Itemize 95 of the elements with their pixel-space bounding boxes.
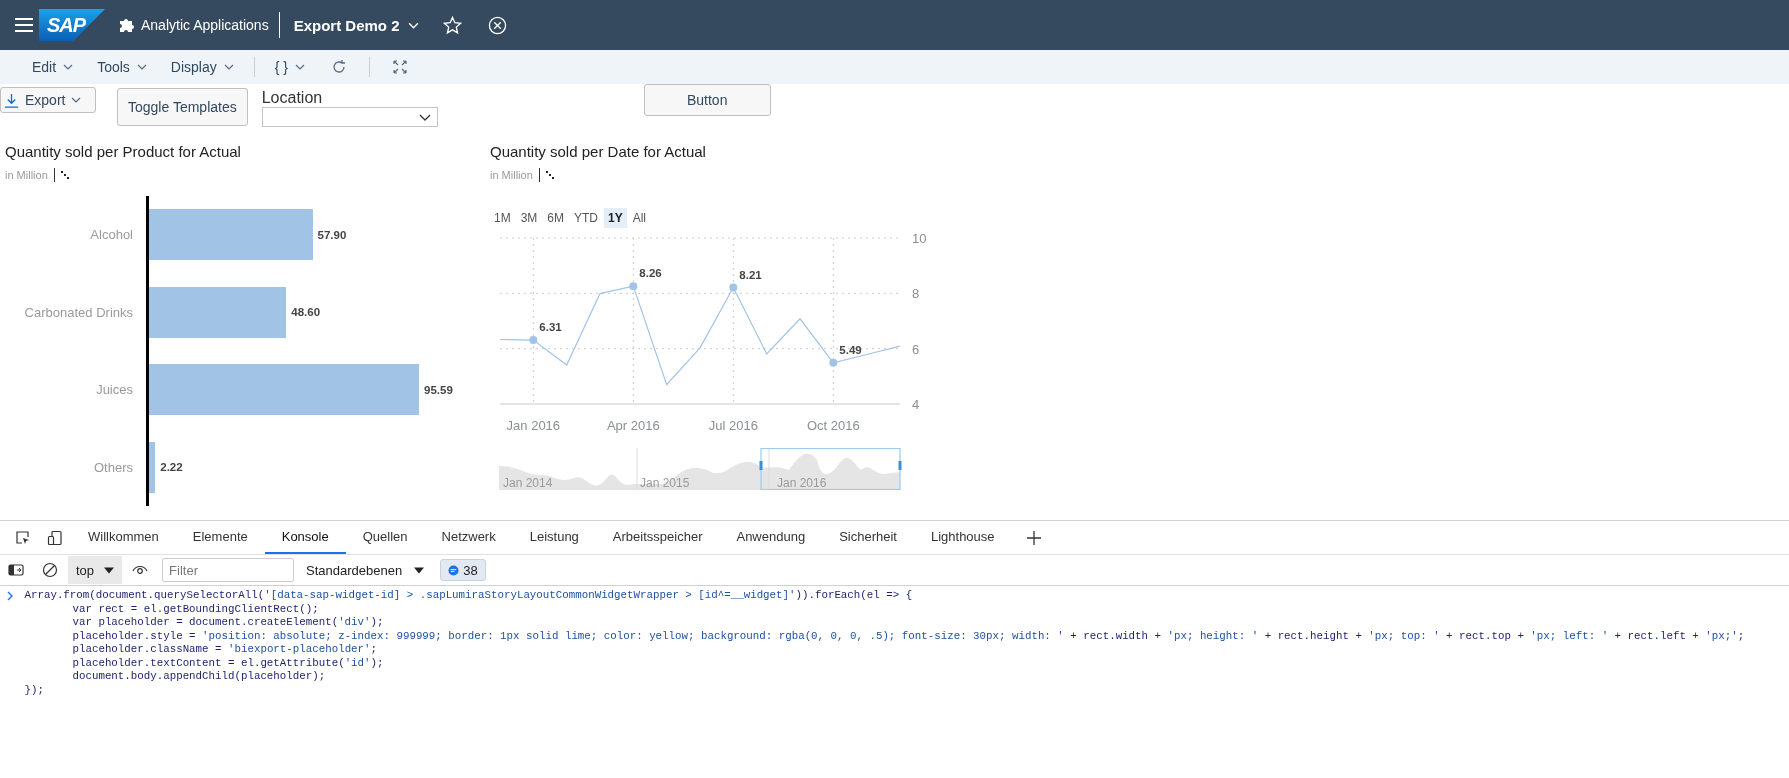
caret-icon <box>71 97 82 103</box>
y-tick-label: 8 <box>912 286 920 302</box>
value-label: 2.22 <box>160 461 183 474</box>
caret-icon <box>418 113 431 121</box>
bar <box>149 441 156 493</box>
toolbar-menu[interactable]: Display <box>158 55 246 79</box>
navigator-label: Jan 2016 <box>777 476 827 490</box>
category-label: Juices <box>95 382 133 398</box>
navigator-label: Jan 2014 <box>503 476 553 490</box>
navigator-label: Jan 2015 <box>640 476 690 490</box>
y-tick-label: 10 <box>912 231 927 246</box>
toolbar-menu[interactable]: Edit <box>20 55 86 79</box>
puzzle-icon <box>119 17 135 33</box>
value-label: 6.31 <box>539 321 562 334</box>
category-label: Carbonated Drinks <box>23 304 133 320</box>
clear-icon[interactable] <box>42 562 58 578</box>
filter-field[interactable]: Filter <box>162 558 295 582</box>
app-name: Analytic Applications <box>141 17 269 33</box>
sidebar-icon[interactable] <box>8 562 24 578</box>
x-tick-label: Jan 2016 <box>506 418 561 433</box>
range-button[interactable]: 6M <box>543 208 568 228</box>
message-count-badge[interactable]: 38 <box>440 559 486 581</box>
caret-icon <box>63 64 74 70</box>
logo[interactable]: SAP <box>39 9 105 41</box>
chart-title: Quantity sold per Product for Actual <box>5 143 242 160</box>
document-title-menu[interactable]: Export Demo 2 <box>293 16 419 34</box>
value-label: 95.59 <box>424 383 453 396</box>
fullscreen-icon[interactable] <box>391 59 408 75</box>
x-tick-label: Apr 2016 <box>606 418 660 433</box>
x-tick-label: Jul 2016 <box>708 418 758 433</box>
caret-icon <box>136 64 147 70</box>
category-label: Alcohol <box>89 227 133 243</box>
devtools-tab[interactable]: Lighthouse <box>913 521 1012 554</box>
data-point <box>629 282 638 291</box>
toggle-templates-button[interactable]: Toggle Templates <box>117 88 248 126</box>
star-icon[interactable] <box>442 15 462 35</box>
data-point <box>529 336 538 345</box>
devtools-tab[interactable]: Willkommen <box>71 521 176 554</box>
value-label: 8.26 <box>639 267 662 280</box>
unit-label: in Million <box>490 169 533 181</box>
category-label: Others <box>93 459 133 475</box>
code-line: placeholder.textContent = el.getAttribute('id'); <box>72 656 384 669</box>
prompt-icon <box>7 591 13 601</box>
devtools-tab[interactable]: Sicherheit <box>822 521 914 554</box>
devtools-tab[interactable]: Leistung <box>512 521 596 554</box>
caret-icon <box>294 64 305 70</box>
data-point <box>829 358 838 367</box>
close-icon[interactable] <box>487 15 507 35</box>
toolbar-menu[interactable]: Tools <box>85 55 159 79</box>
button[interactable]: Button <box>643 84 771 116</box>
code-menu[interactable]: { } <box>262 55 317 79</box>
add-icon[interactable] <box>1025 529 1042 546</box>
range-button[interactable]: All <box>628 208 651 228</box>
value-label: 48.60 <box>291 306 321 319</box>
location-label: Location <box>261 89 324 107</box>
hierarchy-icon[interactable] <box>545 171 554 179</box>
menu-icon[interactable] <box>15 18 33 32</box>
code-line: var placeholder = document.createElement('div'); <box>72 616 384 628</box>
devtools-tab[interactable]: Elemente <box>175 521 265 554</box>
code-line: placeholder.style = 'position: absolute; z-index: 999999; border: 1px solid lime; color: yellow; background: rgba(0, 0, 0, .5); font-size: 30px; width: ' + rect.width + 'px; height: ' + rect.height + 'px; top: ' + rect.top + 'px; left: ' + rect.left + 'px;'; <box>72 629 1745 642</box>
range-button[interactable]: 1M <box>490 208 515 228</box>
hierarchy-icon[interactable] <box>60 171 69 179</box>
y-tick-label: 6 <box>912 341 920 357</box>
range-button[interactable]: 3M <box>516 208 542 228</box>
value-label: 5.49 <box>839 343 862 356</box>
download-icon <box>4 92 19 108</box>
value-label: 8.21 <box>739 268 762 281</box>
inspect-icon[interactable] <box>15 529 31 546</box>
devtools-tab[interactable]: Anwendung <box>719 521 823 554</box>
unit-label: in Million <box>5 169 48 181</box>
context-dropdown[interactable]: top <box>68 556 123 584</box>
caret-icon <box>414 566 425 574</box>
chart-title: Quantity sold per Date for Actual <box>490 143 707 160</box>
caret-icon <box>407 21 419 29</box>
caret-icon <box>223 64 234 70</box>
range-button[interactable]: 1Y <box>604 208 627 228</box>
devtools-tab[interactable]: Quellen <box>345 521 425 554</box>
code-line: }); <box>24 683 44 696</box>
caret-icon <box>104 566 115 574</box>
data-point <box>729 283 738 292</box>
refresh-icon[interactable] <box>330 59 347 75</box>
y-tick-label: 4 <box>912 397 920 412</box>
devtools-tab[interactable]: Netzwerk <box>424 521 513 554</box>
devtools-tab[interactable]: Konsole <box>264 521 346 554</box>
code-line: document.body.appendChild(placeholder); <box>72 670 326 682</box>
code-line: Array.from(document.querySelectorAll('[data-sap-widget-id] > .sapLumiraStoryLayoutCommonWidgetWrapper > [id^=__widget]')).forEach(el => { <box>24 589 913 601</box>
device-icon[interactable] <box>47 529 63 546</box>
value-label: 57.90 <box>317 228 347 241</box>
range-button[interactable]: YTD <box>570 208 602 228</box>
devtools-tab[interactable]: Arbeitsspeicher <box>595 521 720 554</box>
x-tick-label: Oct 2016 <box>806 418 860 433</box>
levels-dropdown[interactable]: Standardebenen <box>296 562 439 578</box>
export-button[interactable]: Export <box>0 87 96 113</box>
code-line: placeholder.className = 'biexport-placeholder'; <box>72 643 378 655</box>
code-line: var rect = el.getBoundingClientRect(); <box>72 602 319 615</box>
